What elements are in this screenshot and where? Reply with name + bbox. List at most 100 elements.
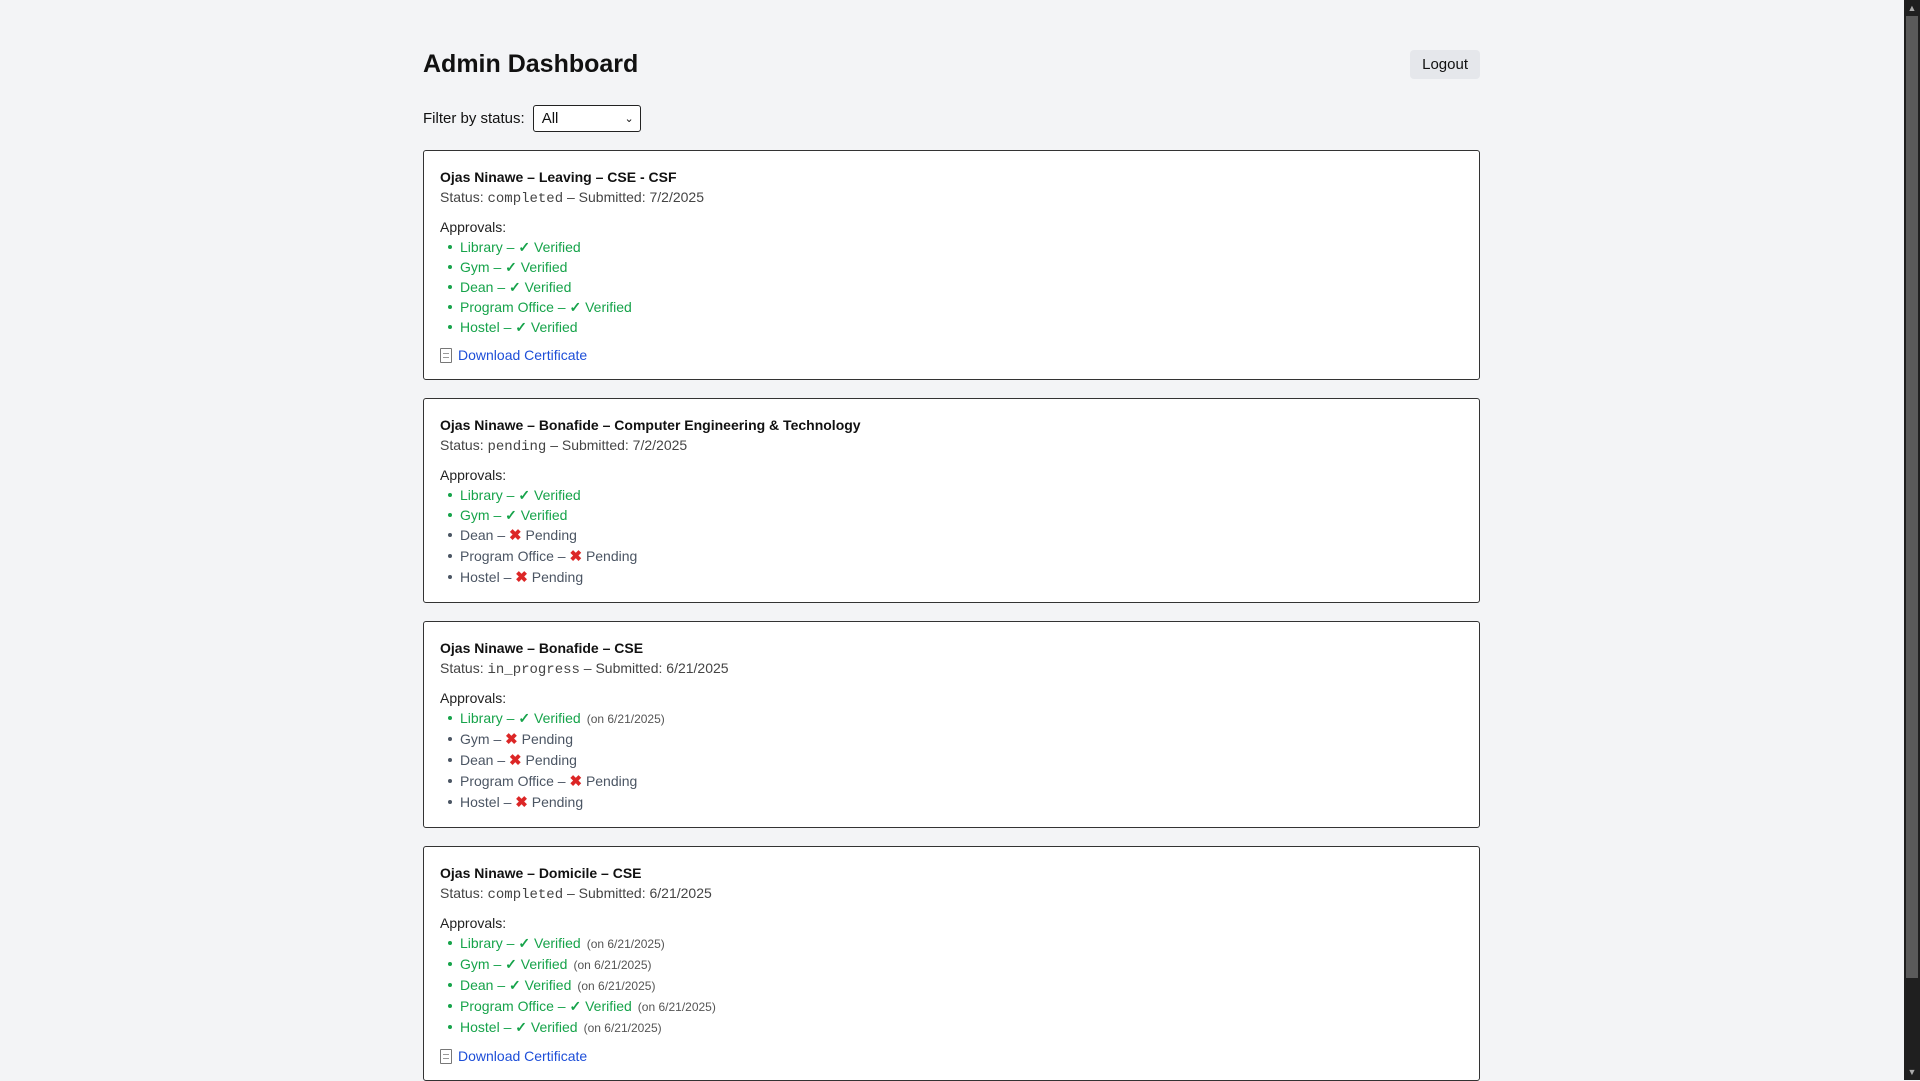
approval-dept: Hostel <box>460 569 500 585</box>
status-prefix: Status: <box>440 660 484 676</box>
approval-date: (on 6/21/2025) <box>577 979 656 993</box>
approval-item: Dean – ✓ Verified <box>448 277 1463 297</box>
approval-item: Gym – ✖ Pending <box>448 729 1463 750</box>
approval-item: Program Office – ✖ Pending <box>448 546 1463 567</box>
approval-state: Pending <box>521 731 573 747</box>
scroll-down-arrow-icon[interactable]: ▼ <box>1904 1064 1920 1080</box>
dashboard-page: Admin Dashboard Logout Filter by status:… <box>423 0 1480 1081</box>
check-icon: ✓ <box>509 977 521 993</box>
status-line: Status: pending – Submitted: 7/2/2025 <box>440 435 1463 457</box>
request-title: Ojas Ninawe – Leaving – CSE - CSF <box>440 169 677 185</box>
approval-dept: Dean <box>460 279 494 295</box>
request-list: Ojas Ninawe – Leaving – CSE - CSF Status:… <box>423 150 1480 1081</box>
cross-icon: ✖ <box>569 773 583 790</box>
approval-dept: Hostel <box>460 1019 500 1035</box>
approval-dept: Hostel <box>460 794 500 810</box>
status-filter-select[interactable]: All ⌄ <box>532 104 641 132</box>
approval-dept: Hostel <box>460 319 500 335</box>
approval-item: Hostel – ✓ Verified <box>448 317 1463 337</box>
check-icon: ✓ <box>505 259 517 275</box>
cross-icon: ✖ <box>515 794 528 811</box>
check-icon: ✓ <box>518 487 531 503</box>
vertical-scrollbar[interactable]: ▲ ▼ <box>1904 0 1920 1080</box>
approval-state: Verified <box>520 259 568 275</box>
approval-item: Library – ✓ Verified <box>448 485 1463 505</box>
approval-state: Verified <box>585 299 632 315</box>
cross-icon: ✖ <box>505 731 518 748</box>
approvals-list: Library – ✓ Verified (on 6/21/2025) Gym – … <box>440 933 1463 1038</box>
approval-item: Library – ✓ Verified (on 6/21/2025) <box>448 933 1463 954</box>
document-icon <box>440 347 452 363</box>
approval-dept: Gym <box>460 956 490 972</box>
approval-dept: Library <box>460 487 503 503</box>
status-value: completed <box>487 887 564 903</box>
check-icon: ✓ <box>509 279 521 295</box>
request-card: Ojas Ninawe – Bonafide – Computer Engine… <box>423 398 1480 603</box>
cross-icon: ✖ <box>509 527 522 544</box>
approval-state: Verified <box>530 1019 578 1035</box>
approval-date: (on 6/21/2025) <box>586 712 665 726</box>
request-title: Ojas Ninawe – Bonafide – Computer Engine… <box>440 417 861 433</box>
filter-label: Filter by status: <box>423 109 525 127</box>
cross-icon: ✖ <box>509 752 522 769</box>
approvals-list: Library – ✓ Verified (on 6/21/2025) Gym – … <box>440 708 1463 813</box>
approval-state: Verified <box>524 279 572 295</box>
approval-item: Gym – ✓ Verified <box>448 505 1463 525</box>
status-line: Status: completed – Submitted: 6/21/2025 <box>440 883 1463 905</box>
certificate-row: Download Certificate <box>440 345 1463 365</box>
status-prefix: Status: <box>440 885 484 901</box>
download-certificate-link[interactable]: Download Certificate <box>458 345 587 365</box>
status-line: Status: in_progress – Submitted: 6/21/20… <box>440 658 1463 680</box>
document-icon <box>440 1048 452 1064</box>
request-card: Ojas Ninawe – Domicile – CSE Status: comp… <box>423 846 1480 1081</box>
approval-item: Gym – ✓ Verified <box>448 257 1463 277</box>
approvals-label: Approvals: <box>440 219 507 235</box>
status-prefix: Status: <box>440 437 484 453</box>
approval-state: Verified <box>534 487 581 503</box>
header: Admin Dashboard Logout <box>423 0 1480 100</box>
approval-state: Verified <box>520 507 568 523</box>
approval-state: Pending <box>531 794 584 810</box>
chevron-down-icon: ⌄ <box>624 112 634 125</box>
approval-item: Hostel – ✓ Verified (on 6/21/2025) <box>448 1017 1463 1038</box>
approval-dept: Dean <box>460 752 494 768</box>
approval-item: Dean – ✖ Pending <box>448 525 1463 546</box>
approval-date: (on 6/21/2025) <box>583 1021 662 1035</box>
status-line: Status: completed – Submitted: 7/2/2025 <box>440 187 1463 209</box>
approvals-list: Library – ✓ Verified Gym – ✓ Verified Dean… <box>440 485 1463 588</box>
approval-dept: Dean <box>460 527 494 543</box>
approvals-list: Library – ✓ Verified Gym – ✓ Verified Dean… <box>440 237 1463 337</box>
approvals-label: Approvals: <box>440 915 507 931</box>
logout-button[interactable]: Logout <box>1410 50 1480 79</box>
approval-state: Pending <box>525 527 577 543</box>
approval-date: (on 6/21/2025) <box>586 937 665 951</box>
scroll-up-arrow-icon[interactable]: ▲ <box>1904 0 1920 16</box>
check-icon: ✓ <box>505 507 517 523</box>
approval-state: Pending <box>525 752 577 768</box>
check-icon: ✓ <box>569 998 582 1014</box>
approval-state: Verified <box>534 710 581 726</box>
check-icon: ✓ <box>518 935 531 951</box>
approval-item: Program Office – ✓ Verified (on 6/21/2025… <box>448 996 1463 1017</box>
submitted-date: – Submitted: 7/2/2025 <box>550 437 688 453</box>
filter-selected-value: All <box>541 109 559 127</box>
approvals-label: Approvals: <box>440 467 507 483</box>
approval-item: Dean – ✓ Verified (on 6/21/2025) <box>448 975 1463 996</box>
approval-item: Program Office – ✖ Pending <box>448 771 1463 792</box>
approval-state: Verified <box>524 977 572 993</box>
request-title: Ojas Ninawe – Domicile – CSE <box>440 865 642 881</box>
scrollbar-thumb[interactable] <box>1906 16 1918 978</box>
approval-dept: Program Office <box>460 299 554 315</box>
approval-state: Verified <box>530 319 578 335</box>
approval-date: (on 6/21/2025) <box>637 1000 716 1014</box>
cross-icon: ✖ <box>569 548 583 565</box>
approvals-label: Approvals: <box>440 690 507 706</box>
approval-dept: Dean <box>460 977 494 993</box>
status-prefix: Status: <box>440 189 484 205</box>
approval-dept: Library <box>460 710 503 726</box>
check-icon: ✓ <box>518 710 531 726</box>
download-certificate-link[interactable]: Download Certificate <box>458 1046 587 1066</box>
status-value: in_progress <box>487 662 580 678</box>
submitted-date: – Submitted: 7/2/2025 <box>567 189 704 205</box>
status-value: pending <box>487 439 547 455</box>
